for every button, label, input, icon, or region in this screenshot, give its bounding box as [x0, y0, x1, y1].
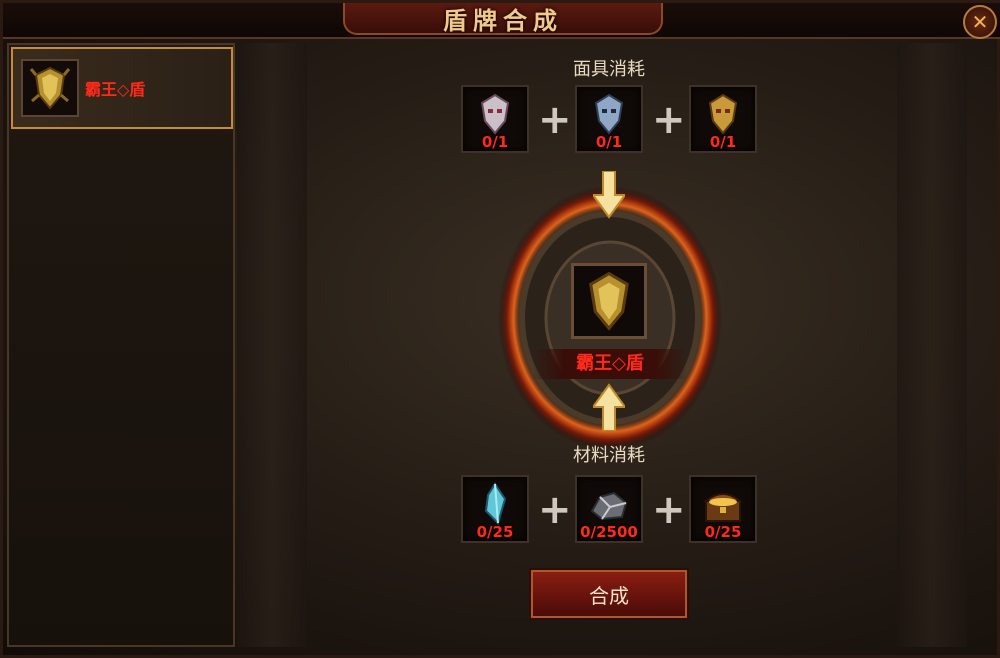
material-slot-2[interactable]: 0/2500: [575, 475, 643, 543]
slot-count: 0/25: [476, 523, 514, 541]
mask-slot-2[interactable]: 0/1: [575, 85, 643, 153]
material-cost-label: 材料消耗: [573, 445, 645, 466]
item-slot: [21, 59, 79, 117]
recipe-list: 霸王◇盾: [7, 43, 235, 647]
arrow-down-icon: [593, 171, 625, 219]
close-button[interactable]: ✕: [963, 5, 997, 39]
result-item-name: 霸王◇盾: [533, 349, 687, 379]
plus-icon: +: [652, 97, 686, 143]
crystal-icon: [484, 482, 507, 525]
shield-icon: [589, 271, 629, 331]
mask-cost-label: 面具消耗: [573, 59, 645, 80]
window-title: 盾牌合成: [443, 5, 563, 35]
pillar-decoration: [897, 43, 967, 647]
material-slot-3[interactable]: 0/25: [689, 475, 757, 543]
pillar-decoration: [237, 43, 307, 647]
synthesize-button[interactable]: 合成: [531, 570, 687, 618]
mask-slot-3[interactable]: 0/1: [689, 85, 757, 153]
slot-count: 0/25: [704, 523, 742, 541]
slot-count: 0/1: [481, 133, 509, 151]
title-plate: 盾牌合成: [343, 3, 663, 35]
silver-mask-icon: [480, 93, 510, 135]
plus-icon: +: [538, 487, 572, 533]
slot-count: 0/1: [709, 133, 737, 151]
title-bar: 盾牌合成 ✕: [3, 3, 1000, 39]
result-slot[interactable]: [571, 263, 647, 339]
plus-icon: +: [538, 97, 572, 143]
sidebar-item-label: 霸王◇盾: [85, 80, 146, 99]
material-slot-1[interactable]: 0/25: [461, 475, 529, 543]
shield-synthesis-window: 盾牌合成 ✕ 霸王◇盾 面具消耗 0/1 + 0/1 + 0/1 霸王◇盾 材料…: [0, 0, 1000, 658]
slot-count: 0/2500: [580, 523, 638, 541]
blue-mask-icon: [594, 93, 624, 135]
sidebar-item-shield[interactable]: 霸王◇盾: [11, 47, 233, 129]
plus-icon: +: [652, 487, 686, 533]
slot-count: 0/1: [595, 133, 623, 151]
gold-mask-icon: [708, 93, 738, 135]
treasure-chest-icon: [703, 493, 743, 522]
arrow-up-icon: [593, 383, 625, 431]
mask-slot-1[interactable]: 0/1: [461, 85, 529, 153]
ore-icon: [590, 491, 628, 521]
synthesis-panel: 面具消耗 0/1 + 0/1 + 0/1 霸王◇盾 材料消耗 0/25 + 0/…: [237, 43, 999, 647]
shield-icon: [30, 66, 70, 110]
close-icon: ✕: [971, 10, 989, 34]
